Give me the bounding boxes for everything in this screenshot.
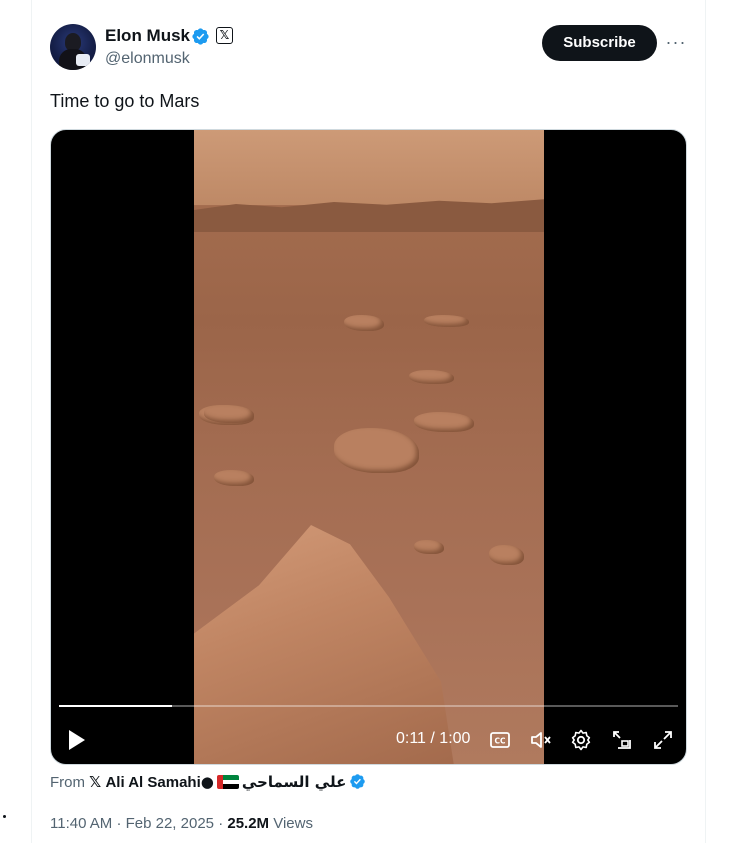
page-marker: [3, 815, 6, 818]
x-affiliate-icon: 𝕏: [216, 27, 233, 44]
views-label: Views: [273, 815, 313, 832]
foreground-rock: [194, 525, 454, 764]
mute-icon[interactable]: [529, 728, 553, 752]
separator: ·: [218, 815, 224, 832]
tweet-text: Time to go to Mars: [50, 91, 200, 111]
video-progress-bar[interactable]: [59, 705, 678, 707]
rock: [424, 315, 469, 327]
settings-icon[interactable]: [569, 728, 593, 752]
video-source-attribution: From 𝕏 Ali Al Samahi● علي السماحي: [50, 773, 366, 791]
separator: ·: [116, 815, 122, 832]
video-player[interactable]: 0:11 / 1:00 CC: [50, 129, 687, 765]
rock: [414, 540, 444, 554]
video-progress-fill: [59, 705, 173, 707]
x-logo-icon: 𝕏: [89, 774, 102, 791]
mars-sky: [194, 130, 544, 205]
video-time: 0:11 / 1:00: [396, 730, 471, 747]
rock: [334, 428, 419, 473]
author-name[interactable]: Elon Musk: [105, 26, 190, 46]
avatar[interactable]: [50, 24, 96, 70]
source-verified-icon: [350, 774, 366, 789]
source-arabic-name[interactable]: علي السماحي: [242, 773, 346, 791]
more-options-icon[interactable]: ···: [664, 30, 688, 54]
rock: [409, 370, 454, 384]
tweet-time[interactable]: 11:40 AM: [50, 815, 112, 832]
from-label: From: [50, 774, 85, 791]
verified-badge-icon: [192, 28, 209, 45]
tweet-metadata: 11:40 AM · Feb 22, 2025 · 25.2M Views: [50, 815, 313, 832]
uae-flag-icon: [216, 775, 239, 789]
views-count: 25.2M: [227, 815, 270, 832]
subscribe-button[interactable]: Subscribe: [542, 25, 657, 61]
rock: [204, 405, 254, 423]
video-frame[interactable]: [194, 130, 544, 764]
tweet-date[interactable]: Feb 22, 2025: [126, 815, 214, 832]
play-icon[interactable]: [69, 730, 85, 750]
captions-icon[interactable]: CC: [488, 728, 512, 752]
rock: [414, 412, 474, 432]
pip-icon[interactable]: [610, 728, 634, 752]
source-name[interactable]: Ali Al Samahi: [105, 774, 200, 791]
svg-text:CC: CC: [494, 737, 506, 746]
author-handle[interactable]: @elonmusk: [105, 50, 190, 68]
fullscreen-icon[interactable]: [651, 728, 675, 752]
rock: [344, 315, 384, 331]
rock: [489, 545, 524, 565]
rock: [214, 470, 254, 486]
apple-icon: ●: [200, 773, 214, 791]
avatar-badge: [76, 54, 90, 66]
